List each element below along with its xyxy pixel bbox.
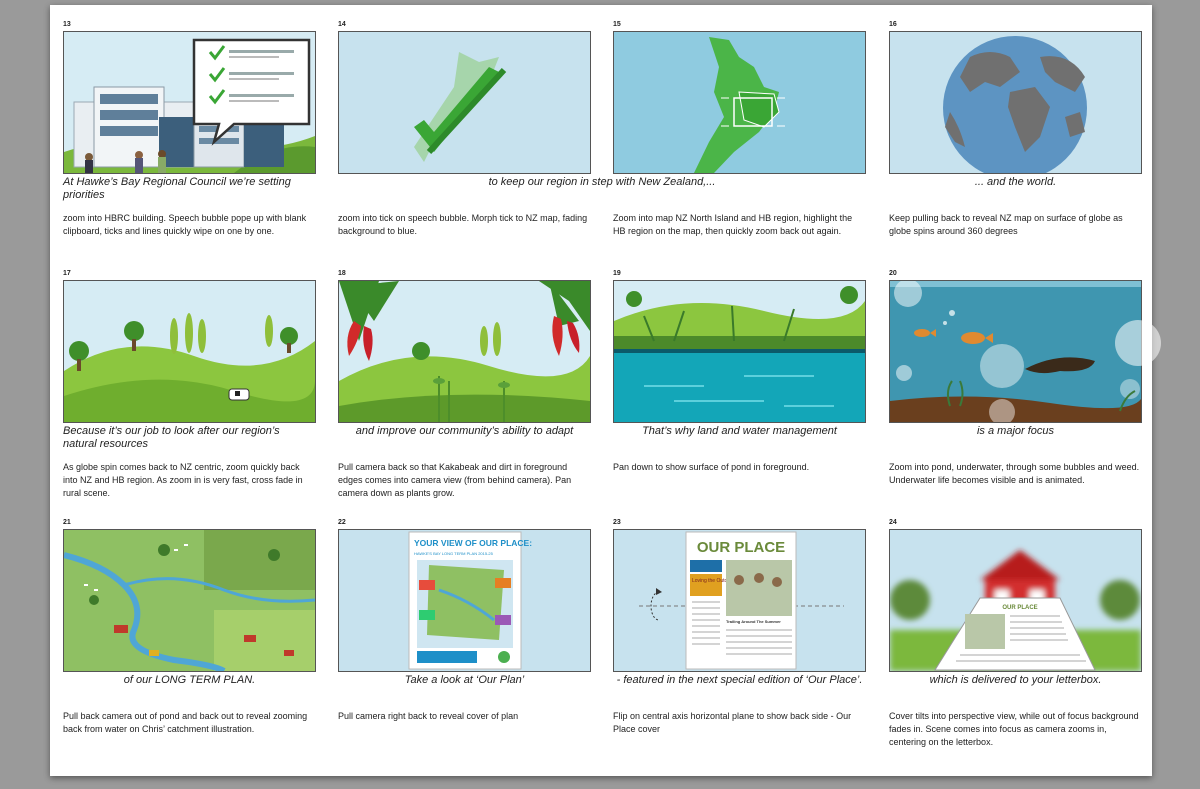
panel-illustration-nz-map xyxy=(613,31,866,174)
panel-caption: to keep our region in step with New Zeal… xyxy=(488,176,716,188)
panel-illustration-hbrc-building xyxy=(63,31,316,174)
panel-number: 20 xyxy=(889,270,897,277)
panel-caption: Because it’s our job to look after our r… xyxy=(63,425,280,450)
plan-cover-subtitle: HAWKE'S BAY LONG TERM PLAN 2015-25 xyxy=(414,551,494,556)
panel-illustration-tick-to-map xyxy=(338,31,591,174)
panel-illustration-pond xyxy=(613,280,866,423)
panel-description: As globe spin comes back to NZ centric, … xyxy=(63,462,303,498)
panel-number: 21 xyxy=(63,519,71,526)
panel-number: 23 xyxy=(613,519,621,526)
panel-illustration-underwater xyxy=(889,280,1142,423)
plan-cover-title: YOUR VIEW OF OUR PLACE: xyxy=(414,538,532,548)
panel-number: 13 xyxy=(63,21,71,28)
panel-illustration-plan-cover: YOUR VIEW OF OUR PLACE: HAWKE'S BAY LONG… xyxy=(338,529,591,672)
our-place-story: Trailing Around The Summer xyxy=(726,619,781,624)
panel-illustration-kakabeak xyxy=(338,280,591,423)
panel-description: Keep pulling back to reveal NZ map on su… xyxy=(889,213,1123,236)
panel-caption: which is delivered to your letterbox. xyxy=(929,674,1102,686)
panel-description: Pull camera right back to reveal cover o… xyxy=(338,711,519,721)
panel-description: Pull back camera out of pond and back ou… xyxy=(63,711,308,734)
panel-caption: Take a look at ‘Our Plan’ xyxy=(404,674,525,686)
storyboard-sheet: 13 At Hawke’s Bay Regional Council we’re… xyxy=(50,5,1152,776)
panel-caption: - featured in the next special edition o… xyxy=(616,674,863,686)
panel-description: Zoom into pond, underwater, through some… xyxy=(889,462,1140,485)
panel-illustration-globe xyxy=(889,31,1142,174)
panel-number: 14 xyxy=(338,21,346,28)
panel-description: Zoom into map NZ North Island and HB reg… xyxy=(613,213,853,236)
panel-description: Cover tilts into perspective view, while… xyxy=(889,711,1139,747)
panel-description: Flip on central axis horizontal plane to… xyxy=(613,711,852,734)
panel-illustration-catchment xyxy=(63,529,316,672)
panel-description: zoom into HBRC building. Speech bubble p… xyxy=(63,213,307,236)
our-place-title: OUR PLACE xyxy=(697,539,785,556)
panel-number: 16 xyxy=(889,21,897,28)
panel-caption: and improve our community’s ability to a… xyxy=(355,425,574,437)
panel-description: zoom into tick on speech bubble. Morph t… xyxy=(338,213,588,236)
panel-description: Pull camera back so that Kakabeak and di… xyxy=(338,462,572,498)
panel-number: 19 xyxy=(613,270,621,277)
letterbox-title: OUR PLACE xyxy=(1002,605,1037,611)
panel-description: Pan down to show surface of pond in fore… xyxy=(613,462,810,472)
panel-illustration-our-place-cover: OUR PLACE Loving the Outdoors! Trailing … xyxy=(613,529,866,672)
panel-number: 18 xyxy=(338,270,346,277)
panel-illustration-letterbox: OUR PLACE xyxy=(889,529,1142,672)
panel-caption: of our LONG TERM PLAN. xyxy=(123,674,256,686)
panel-number: 24 xyxy=(889,519,897,526)
panel-illustration-rural-scene xyxy=(63,280,316,423)
panel-number: 22 xyxy=(338,519,346,526)
panel-caption: That’s why land and water management xyxy=(642,425,837,437)
panel-caption: is a major focus xyxy=(976,425,1055,437)
panel-number: 17 xyxy=(63,270,71,277)
panel-number: 15 xyxy=(613,21,621,28)
panel-caption: ... and the world. xyxy=(974,176,1057,188)
panel-caption: At Hawke’s Bay Regional Council we’re se… xyxy=(63,176,291,201)
bubble-decoration xyxy=(1115,320,1161,366)
